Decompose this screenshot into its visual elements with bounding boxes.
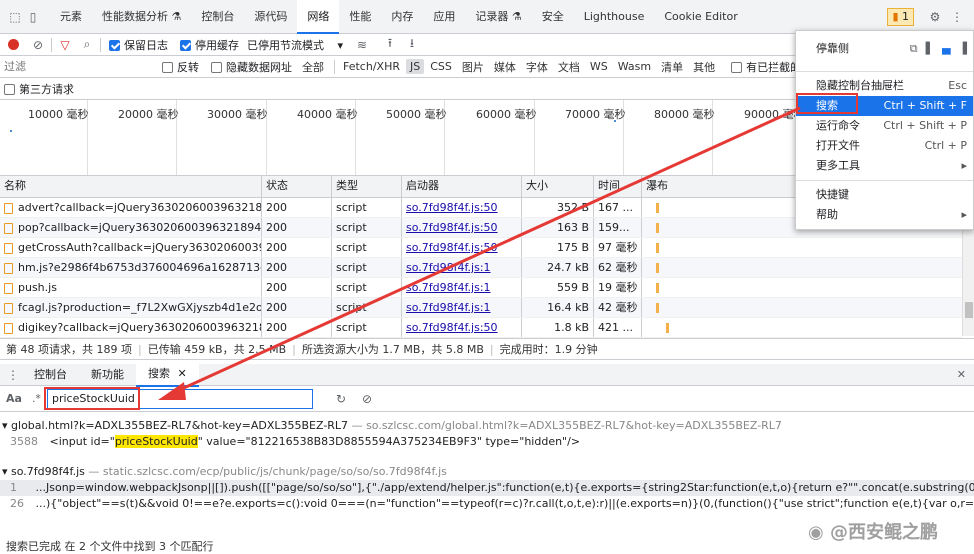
annotation-arrow (158, 106, 801, 400)
